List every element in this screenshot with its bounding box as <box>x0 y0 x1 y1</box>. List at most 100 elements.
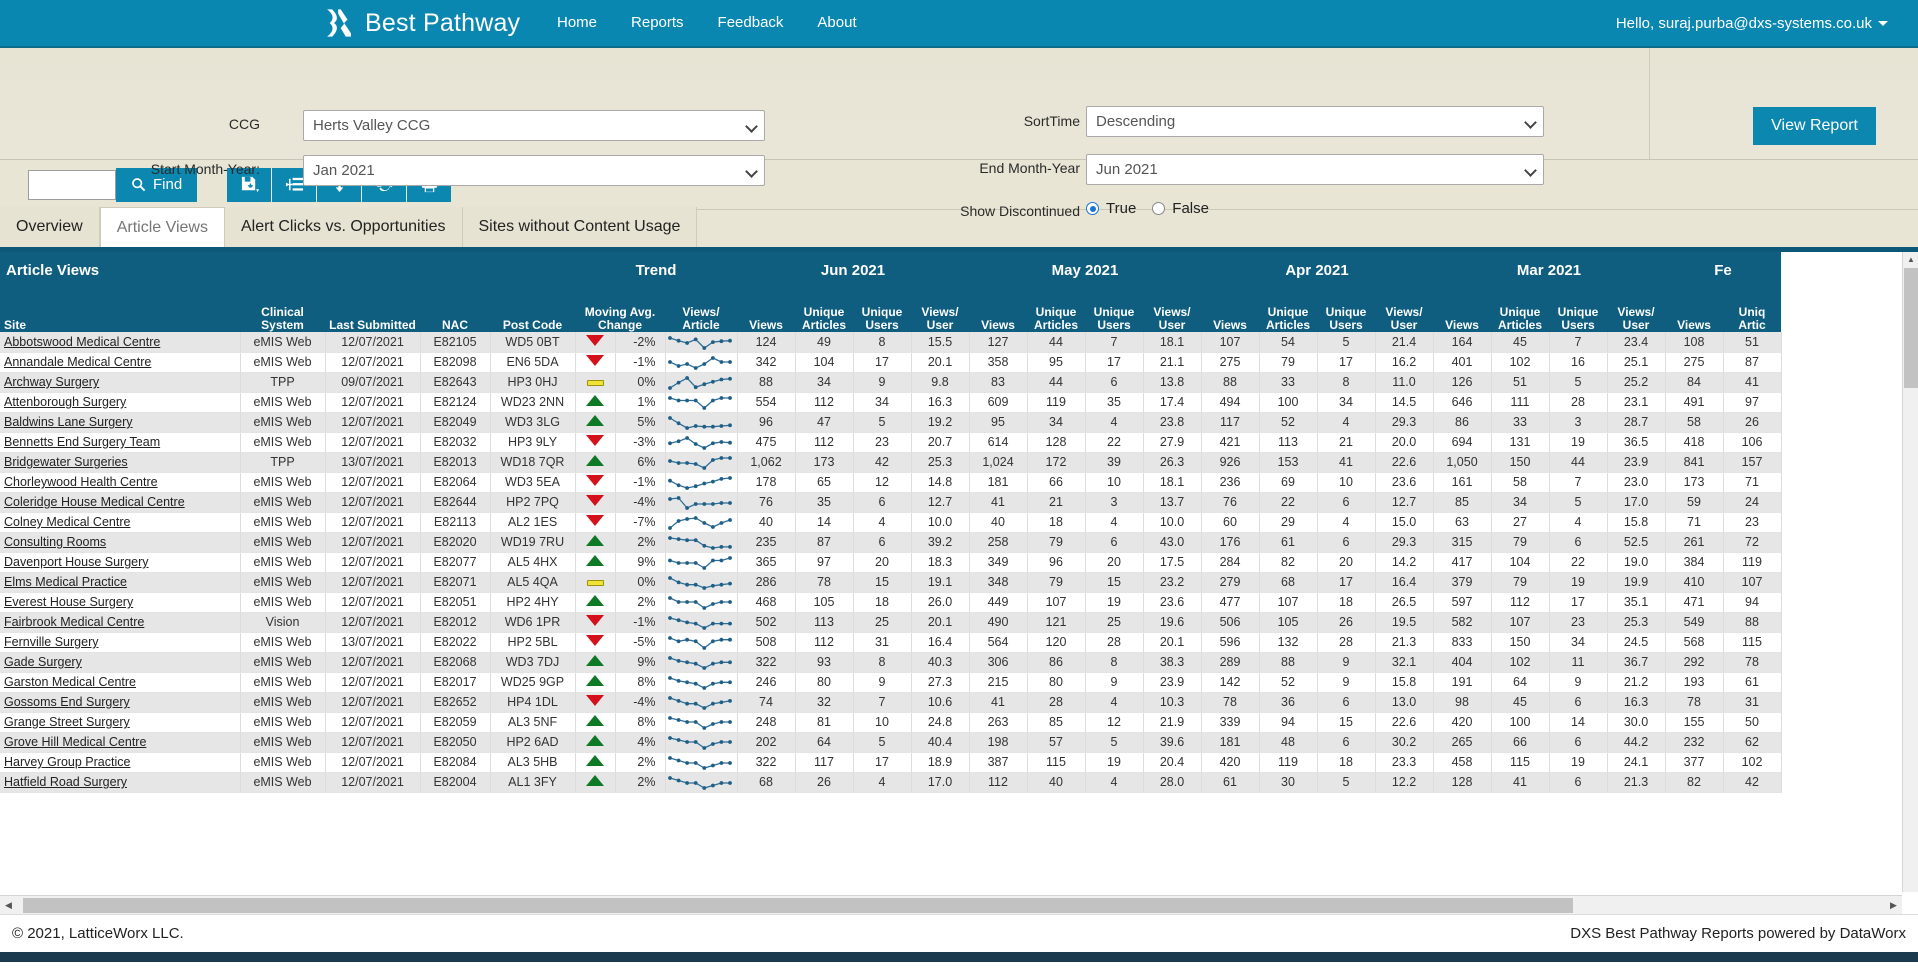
scroll-up-arrow-icon[interactable]: ▲ <box>1903 252 1918 266</box>
cell-site[interactable]: Grove Hill Medical Centre <box>0 732 241 753</box>
cell-site[interactable]: Chorleywood Health Centre <box>0 472 241 493</box>
table-row[interactable]: Gade Surgery eMIS Web 12/07/2021 E82068 WD3 … <box>0 652 1782 673</box>
site-link[interactable]: Chorleywood Health Centre <box>4 475 158 489</box>
cell-site[interactable]: Abbotswood Medical Centre <box>0 332 241 353</box>
table-row[interactable]: Gossoms End Surgery eMIS Web 12/07/2021 E82… <box>0 692 1782 713</box>
nav-link-feedback[interactable]: Feedback <box>701 0 801 47</box>
cell-site[interactable]: Coleridge House Medical Centre <box>0 492 241 513</box>
site-link[interactable]: Fernville Surgery <box>4 635 98 649</box>
end-month-select[interactable]: Jun 2021 <box>1086 154 1544 185</box>
table-row[interactable]: Coleridge House Medical Centre eMIS Web 12… <box>0 492 1782 513</box>
table-row[interactable]: Archway Surgery TPP 09/07/2021 E82643 HP3 0H… <box>0 372 1782 393</box>
site-link[interactable]: Abbotswood Medical Centre <box>4 335 160 349</box>
cell-site[interactable]: Consulting Rooms <box>0 532 241 553</box>
col-nac[interactable]: NAC <box>420 306 490 332</box>
site-link[interactable]: Davenport House Surgery <box>4 555 149 569</box>
radio-true[interactable] <box>1086 202 1099 215</box>
ccg-select[interactable]: Herts Valley CCG <box>303 110 765 141</box>
table-row[interactable]: Harvey Group Practice eMIS Web 12/07/2021 E… <box>0 752 1782 773</box>
table-row[interactable]: Garston Medical Centre eMIS Web 12/07/2021… <box>0 672 1782 693</box>
cell-site[interactable]: Annandale Medical Centre <box>0 352 241 373</box>
col-unique-articles[interactable]: Unique Articles <box>1259 306 1317 332</box>
horizontal-scrollbar[interactable]: ◀ ▶ <box>0 895 1902 914</box>
site-link[interactable]: Harvey Group Practice <box>4 755 130 769</box>
table-row[interactable]: Annandale Medical Centre eMIS Web 12/07/20… <box>0 352 1782 373</box>
site-link[interactable]: Colney Medical Centre <box>4 515 130 529</box>
col-views-per-user[interactable]: Views/User <box>1607 306 1665 332</box>
cell-site[interactable]: Colney Medical Centre <box>0 512 241 533</box>
vertical-scrollbar[interactable]: ▲ <box>1902 252 1918 892</box>
scroll-right-arrow-icon[interactable]: ▶ <box>1885 897 1902 914</box>
site-link[interactable]: Grove Hill Medical Centre <box>4 735 146 749</box>
site-link[interactable]: Baldwins Lane Surgery <box>4 415 133 429</box>
site-link[interactable]: Elms Medical Practice <box>4 575 127 589</box>
col-unique-articles[interactable]: Uniq Artic <box>1723 306 1781 332</box>
table-row[interactable]: Grange Street Surgery eMIS Web 12/07/2021 E… <box>0 712 1782 733</box>
site-link[interactable]: Bridgewater Surgeries <box>4 455 128 469</box>
horizontal-scroll-thumb[interactable] <box>23 897 1573 913</box>
cell-site[interactable]: Hatfield Road Surgery <box>0 772 241 793</box>
site-link[interactable]: Bennetts End Surgery Team <box>4 435 160 449</box>
cell-site[interactable]: Gossoms End Surgery <box>0 692 241 713</box>
site-link[interactable]: Archway Surgery <box>4 375 99 389</box>
user-menu[interactable]: Hello, suraj.purba@dxs-systems.co.uk <box>1616 15 1888 32</box>
nav-link-about[interactable]: About <box>800 0 873 47</box>
tab-sites-without-content-usage[interactable]: Sites without Content Usage <box>462 207 698 247</box>
site-link[interactable]: Coleridge House Medical Centre <box>4 495 185 509</box>
col-unique-articles[interactable]: Unique Articles <box>1027 306 1085 332</box>
site-link[interactable]: Grange Street Surgery <box>4 715 130 729</box>
site-link[interactable]: Fairbrook Medical Centre <box>4 615 144 629</box>
cell-site[interactable]: Garston Medical Centre <box>0 672 241 693</box>
table-row[interactable]: Fernville Surgery eMIS Web 13/07/2021 E8202… <box>0 632 1782 653</box>
table-row[interactable]: Everest House Surgery eMIS Web 12/07/2021 E… <box>0 592 1782 613</box>
site-link[interactable]: Gade Surgery <box>4 655 82 669</box>
site-link[interactable]: Everest House Surgery <box>4 595 133 609</box>
sorttime-select[interactable]: Descending <box>1086 106 1544 137</box>
table-row[interactable]: Baldwins Lane Surgery eMIS Web 12/07/2021 E… <box>0 412 1782 433</box>
cell-site[interactable]: Fernville Surgery <box>0 632 241 653</box>
col-views-per-user[interactable]: Views/User <box>911 306 969 332</box>
table-row[interactable]: Chorleywood Health Centre eMIS Web 12/07/2… <box>0 472 1782 493</box>
radio-false[interactable] <box>1152 202 1166 215</box>
col-unique-users[interactable]: Unique Users <box>1549 306 1607 332</box>
col-views-per-user[interactable]: Views/User <box>1375 306 1433 332</box>
table-row[interactable]: Fairbrook Medical Centre Vision 12/07/2021… <box>0 612 1782 633</box>
table-row[interactable]: Bridgewater Surgeries TPP 13/07/2021 E82013… <box>0 452 1782 473</box>
site-link[interactable]: Consulting Rooms <box>4 535 106 549</box>
table-row[interactable]: Abbotswood Medical Centre eMIS Web 12/07/2… <box>0 332 1782 353</box>
nav-link-home[interactable]: Home <box>540 0 614 47</box>
cell-site[interactable]: Bennetts End Surgery Team <box>0 432 241 453</box>
col-views[interactable]: Views <box>969 306 1027 332</box>
table-row[interactable]: Colney Medical Centre eMIS Web 12/07/2021 E… <box>0 512 1782 533</box>
col-views-per-article[interactable]: Views/Article <box>665 306 737 332</box>
tab-overview[interactable]: Overview <box>0 207 100 247</box>
site-link[interactable]: Gossoms End Surgery <box>4 695 130 709</box>
col-post-code[interactable]: Post Code <box>490 306 575 332</box>
cell-site[interactable]: Bridgewater Surgeries <box>0 452 241 473</box>
table-row[interactable]: Elms Medical Practice eMIS Web 12/07/2021 E… <box>0 572 1782 593</box>
col-views[interactable]: Views <box>737 306 795 332</box>
table-row[interactable]: Bennetts End Surgery Team eMIS Web 12/07/2… <box>0 432 1782 453</box>
site-link[interactable]: Annandale Medical Centre <box>4 355 151 369</box>
col-views[interactable]: Views <box>1433 306 1491 332</box>
col-unique-users[interactable]: Unique Users <box>1317 306 1375 332</box>
col-unique-users[interactable]: Unique Users <box>853 306 911 332</box>
table-row[interactable]: Attenborough Surgery eMIS Web 12/07/2021 E8… <box>0 392 1782 413</box>
nav-link-reports[interactable]: Reports <box>614 0 701 47</box>
cell-site[interactable]: Gade Surgery <box>0 652 241 673</box>
col-site[interactable]: Site <box>0 306 240 332</box>
table-row[interactable]: Hatfield Road Surgery eMIS Web 12/07/2021 E… <box>0 772 1782 793</box>
col-last-submitted[interactable]: Last Submitted <box>325 306 420 332</box>
cell-site[interactable]: Davenport House Surgery <box>0 552 241 573</box>
start-month-select[interactable]: Jan 2021 <box>303 155 765 186</box>
col-moving-avg-change[interactable]: Moving Avg. Change <box>575 306 665 332</box>
scroll-left-arrow-icon[interactable]: ◀ <box>0 897 17 914</box>
horizontal-scroll-track[interactable] <box>17 897 1885 914</box>
vertical-scroll-thumb[interactable] <box>1904 268 1918 388</box>
cell-site[interactable]: Fairbrook Medical Centre <box>0 612 241 633</box>
brand[interactable]: Best Pathway <box>322 6 520 40</box>
site-link[interactable]: Garston Medical Centre <box>4 675 136 689</box>
tab-article-views[interactable]: Article Views <box>99 207 225 247</box>
col-unique-users[interactable]: Unique Users <box>1085 306 1143 332</box>
site-link[interactable]: Attenborough Surgery <box>4 395 126 409</box>
